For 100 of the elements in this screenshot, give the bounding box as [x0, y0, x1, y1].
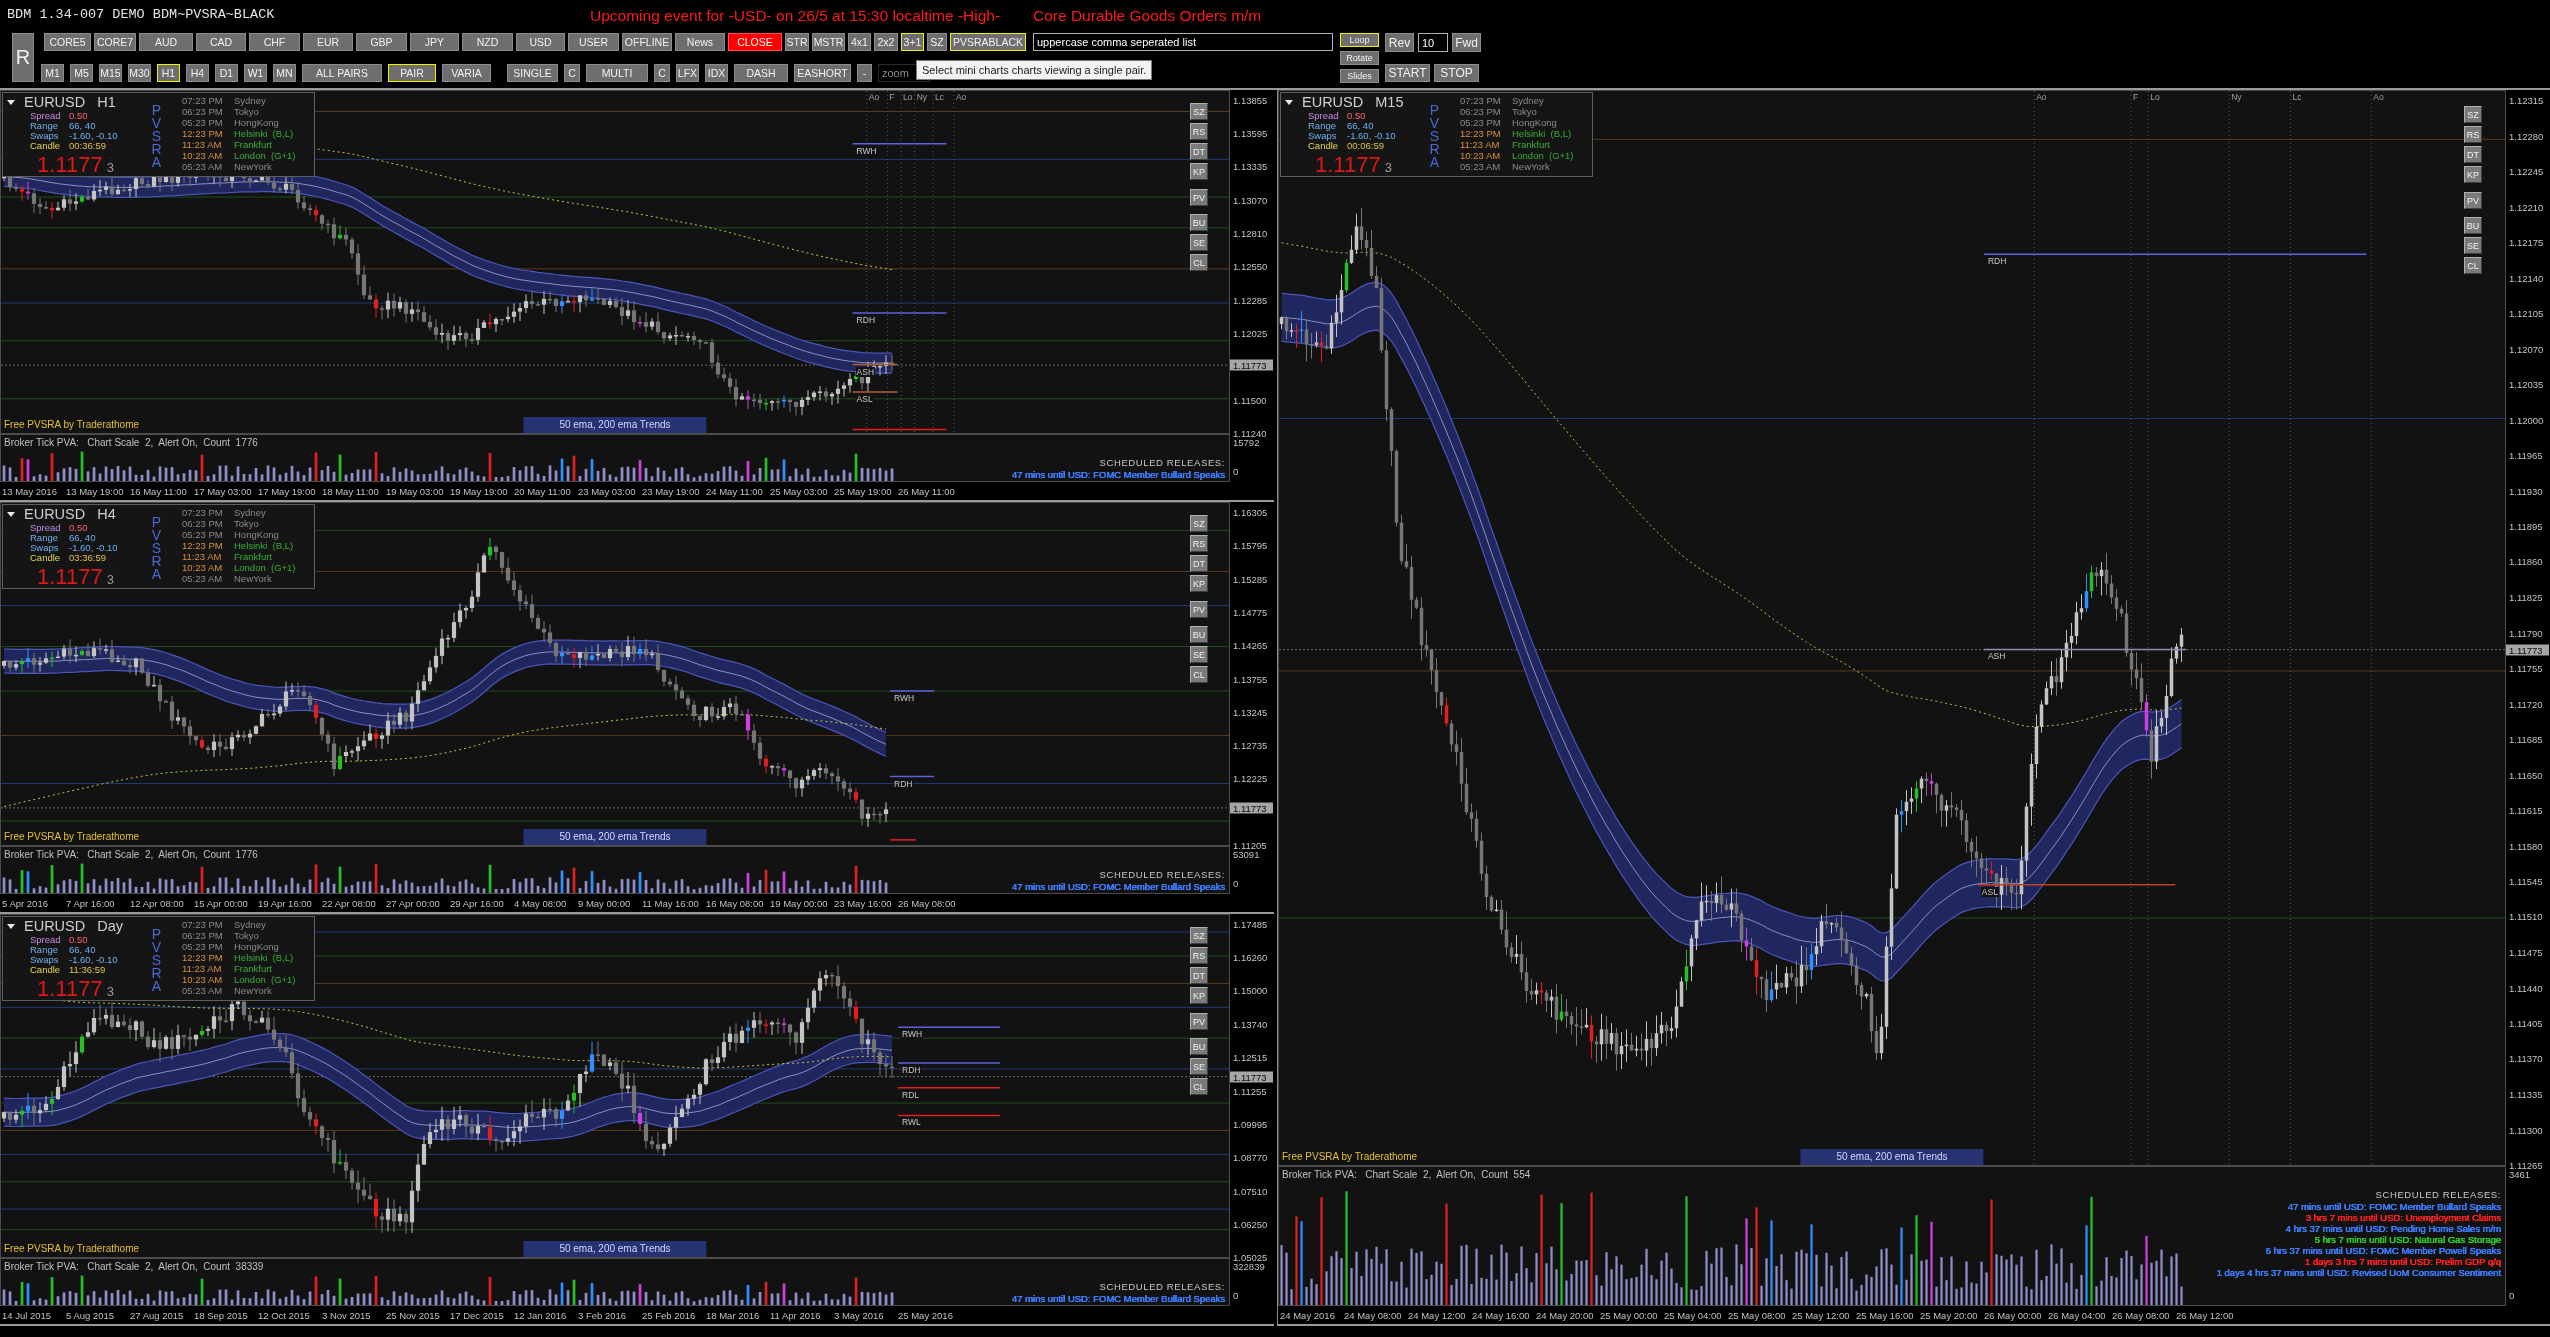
time-label: 25 May 20:00 — [1920, 1309, 1978, 1321]
time-label: 25 May 04:00 — [1664, 1309, 1722, 1321]
release-item: 5 hrs 7 mins until USD: Natural Gas Storage — [2314, 1234, 2501, 1245]
price-label: 1.09995 — [1233, 1118, 1268, 1130]
time-label: 25 May 12:00 — [1792, 1309, 1850, 1321]
price-label: 1.08770 — [1233, 1151, 1268, 1163]
price-label: 1.12225 — [1233, 772, 1268, 784]
price-label: 1.16305 — [1233, 506, 1268, 518]
releases-title: SCHEDULED RELEASES: — [2375, 1189, 2501, 1201]
volume-scale-label: 15792 — [1233, 437, 1260, 448]
price-label: 1.12210 — [2509, 201, 2544, 212]
price-label: 1.11860 — [2509, 556, 2543, 567]
volume-header-text: Broker Tick PVA: Chart Scale 2, Alert On, Count 554 — [1282, 1169, 1531, 1180]
time-label: 16 May 08:00 — [706, 897, 764, 909]
volume-scale-label: 0 — [1233, 1290, 1239, 1301]
price-label: 1.11965 — [2509, 449, 2543, 461]
price-label: 1.12105 — [2509, 307, 2544, 319]
time-label: 27 Aug 2015 — [130, 1309, 184, 1321]
time-label: 29 Apr 16:00 — [450, 897, 504, 909]
time-label: 18 May 11:00 — [322, 485, 379, 497]
price-label: 1.05025 — [1233, 1251, 1268, 1263]
price-label: 1.07510 — [1233, 1185, 1268, 1197]
time-label: 20 May 11:00 — [514, 485, 571, 497]
volume-scale-label: 3461 — [2509, 1169, 2531, 1180]
time-label: 3 Feb 2016 — [578, 1309, 627, 1321]
time-label: 25 Feb 2016 — [642, 1309, 696, 1321]
time-label: 17 Dec 2015 — [450, 1309, 504, 1321]
price-label: 1.12140 — [2509, 272, 2544, 283]
time-label: 5 Apr 2016 — [2, 897, 48, 909]
price-label: 1.11255 — [1233, 1085, 1267, 1096]
price-label: 1.12550 — [1233, 260, 1268, 272]
price-label: 1.14265 — [1233, 639, 1268, 651]
tooltip: Select mini charts charts viewing a single pair. — [916, 60, 1153, 80]
price-label: 1.11930 — [2509, 485, 2543, 496]
time-label: 26 May 12:00 — [2176, 1309, 2234, 1321]
time-label: 17 May 19:00 — [258, 485, 316, 497]
price-label: 1.06250 — [1233, 1218, 1268, 1230]
price-label: 1.16260 — [1233, 951, 1268, 963]
time-label: 14 Jul 2015 — [2, 1309, 52, 1321]
volume-scale-label: 53091 — [1233, 849, 1260, 860]
time-label: 18 Sep 2015 — [194, 1309, 248, 1321]
time-label: 23 May 03:00 — [578, 485, 636, 497]
time-label: 18 Mar 2016 — [706, 1309, 760, 1321]
time-label: 24 May 20:00 — [1536, 1309, 1594, 1321]
price-label: 1.11685 — [2509, 733, 2543, 745]
time-label: 19 Apr 16:00 — [258, 897, 312, 909]
release-item: 6 hrs 37 mins until USD: FOMC Member Powell Speaks — [2265, 1245, 2501, 1256]
time-label: 13 May 2016 — [2, 485, 57, 497]
price-label: 1.15285 — [1233, 573, 1268, 585]
time-label: 25 May 08:00 — [1728, 1309, 1786, 1321]
time-label: 26 May 04:00 — [2048, 1309, 2106, 1321]
price-label: 1.12735 — [1233, 739, 1268, 751]
time-label: 4 May 08:00 — [514, 897, 567, 909]
time-label: 19 May 19:00 — [450, 485, 508, 497]
time-label: 24 May 11:00 — [706, 485, 763, 497]
price-label: 1.12315 — [2509, 94, 2544, 106]
time-label: 25 Nov 2015 — [386, 1309, 440, 1321]
price-label: 1.13740 — [1233, 1018, 1268, 1030]
price-label: 1.13335 — [1233, 160, 1268, 172]
price-label: 1.12810 — [1233, 227, 1268, 239]
price-label: 1.13755 — [1233, 673, 1268, 684]
time-label: 15 Apr 00:00 — [194, 897, 248, 909]
event-name-text: Core Durable Goods Orders m/m — [1033, 7, 1262, 25]
time-label: 25 May 00:00 — [1600, 1309, 1658, 1321]
price-label: 1.11370 — [2509, 1053, 2543, 1064]
time-label: 11 Apr 2016 — [770, 1309, 821, 1321]
price-label: 1.12025 — [1233, 327, 1268, 339]
price-label: 1.11510 — [2509, 911, 2543, 922]
price-label: 1.11405 — [2509, 1017, 2543, 1029]
time-label: 24 May 2016 — [1280, 1309, 1335, 1321]
time-label: 12 Oct 2015 — [258, 1309, 310, 1321]
price-label: 1.13855 — [1233, 94, 1268, 106]
time-label: 25 May 03:00 — [770, 485, 828, 497]
time-label: 12 Apr 08:00 — [130, 897, 184, 909]
release-item: 3 hrs 7 mins until USD: Unemployment Claims — [2305, 1212, 2501, 1223]
price-label: 1.11440 — [2509, 982, 2543, 993]
price-label: 1.17485 — [1233, 918, 1268, 930]
price-label: 1.11335 — [2509, 1088, 2543, 1100]
price-label: 1.11720 — [2509, 698, 2543, 709]
price-label: 1.13245 — [1233, 706, 1268, 718]
current-price-label: 1.11773 — [1230, 1071, 1273, 1083]
release-item: 1 days 4 hrs 37 mins until USD: Revised UoM Consumer Sentiment — [2216, 1267, 2501, 1278]
price-label: 1.12035 — [2509, 378, 2544, 390]
event-alert-text: Upcoming event for -USD- on 26/5 at 15:30 localtime -High- — [590, 7, 1002, 25]
price-label: 1.11650 — [2509, 769, 2543, 780]
price-label: 1.11790 — [2509, 627, 2543, 638]
price-label: 1.11615 — [2509, 804, 2543, 816]
time-label: 25 May 16:00 — [1856, 1309, 1914, 1321]
price-label: 1.12285 — [1233, 294, 1268, 306]
current-price-label: 1.11773 — [1230, 359, 1273, 371]
time-label: 24 May 08:00 — [1344, 1309, 1402, 1321]
volume-scale-label: 0 — [1233, 466, 1239, 477]
price-label: 1.11300 — [2509, 1124, 2543, 1135]
time-label: 3 Nov 2015 — [322, 1309, 371, 1321]
price-label: 1.15000 — [1233, 984, 1268, 996]
time-label: 11 May 16:00 — [642, 897, 699, 909]
time-label: 26 May 08:00 — [898, 897, 956, 909]
price-label: 1.15795 — [1233, 539, 1268, 551]
price-label: 1.12515 — [1233, 1051, 1268, 1063]
price-label: 1.12000 — [2509, 414, 2544, 425]
